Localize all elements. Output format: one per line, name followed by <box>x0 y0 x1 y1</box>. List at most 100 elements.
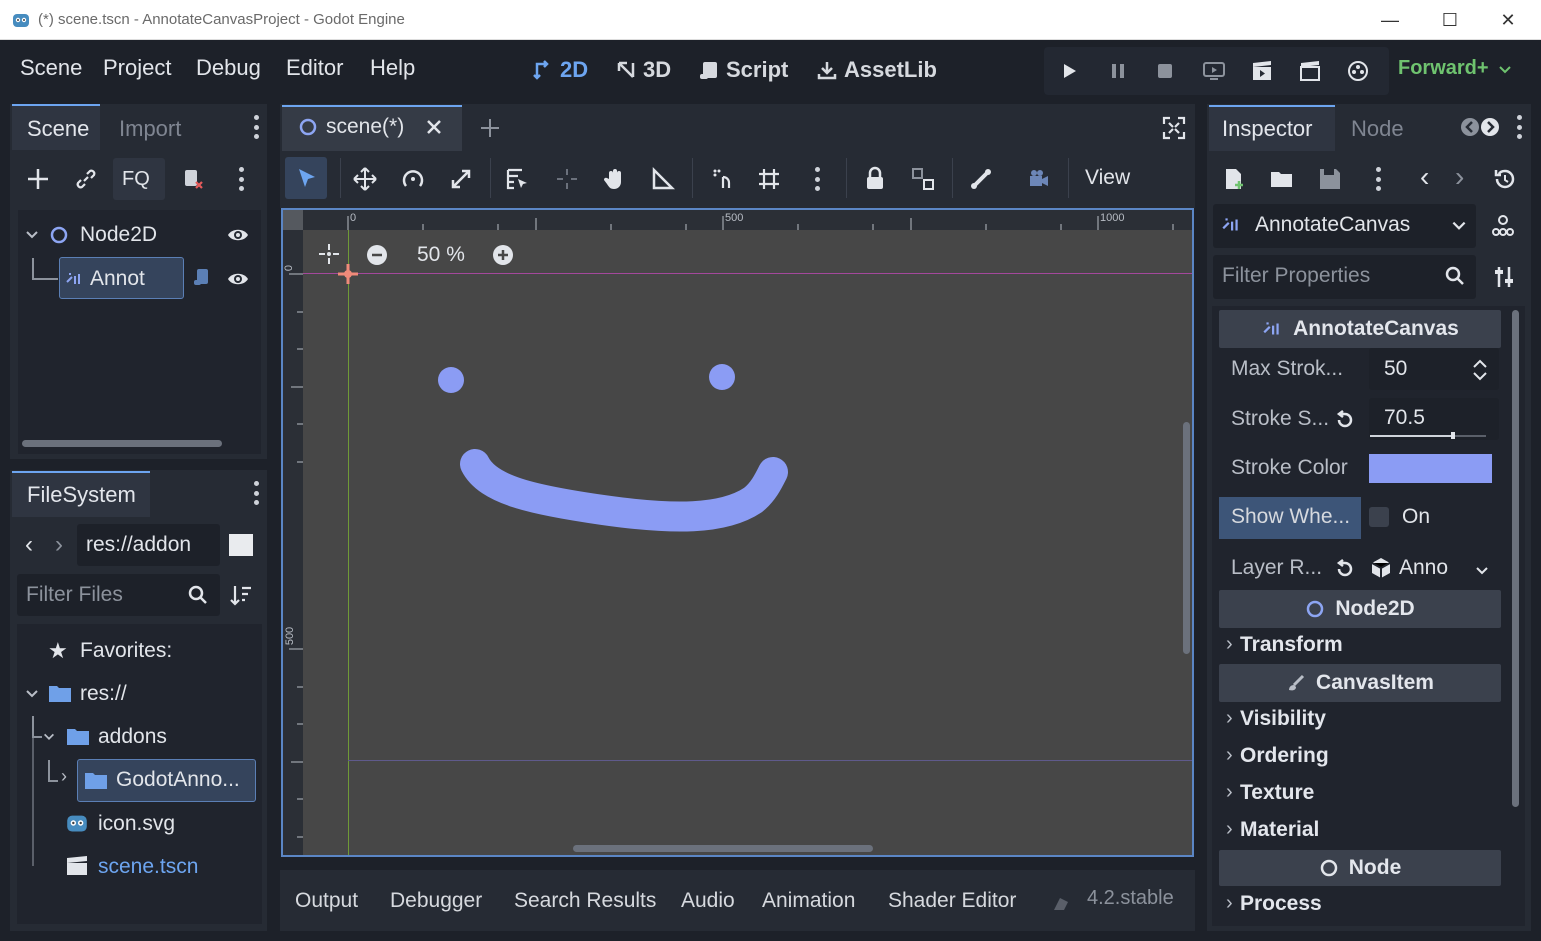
new-resource-icon[interactable] <box>1221 166 1247 192</box>
update-spinner-icon[interactable] <box>1050 892 1072 914</box>
pan-hand-icon[interactable] <box>602 166 628 192</box>
play-scene-icon[interactable] <box>1250 59 1274 83</box>
workspace-3d-button[interactable]: 3D <box>615 57 671 83</box>
stop-icon[interactable] <box>1153 59 1177 83</box>
section-node[interactable]: Node <box>1219 850 1501 886</box>
bone-icon[interactable] <box>968 166 994 192</box>
move-icon[interactable] <box>352 166 378 192</box>
category-visibility[interactable]: Visibility <box>1240 707 1326 731</box>
close-window-button[interactable]: ✕ <box>1496 8 1520 32</box>
category-texture[interactable]: Texture <box>1240 781 1314 805</box>
smart-snap-icon[interactable] <box>709 166 735 192</box>
menu-help[interactable]: Help <box>370 55 415 81</box>
history-icon[interactable] <box>1492 166 1518 192</box>
ruler-icon[interactable] <box>650 166 676 192</box>
distraction-free-icon[interactable] <box>1161 115 1187 141</box>
link-icon[interactable] <box>73 166 99 192</box>
forward-arrow-icon[interactable]: › <box>55 531 63 559</box>
visibility-eye-icon[interactable] <box>226 224 250 246</box>
override-camera-icon[interactable] <box>1026 166 1052 192</box>
slider-grabber[interactable] <box>1451 432 1456 439</box>
viewport-hscrollbar[interactable] <box>573 845 873 852</box>
workspace-script-button[interactable]: Script <box>698 57 788 83</box>
section-annotatecanvas[interactable]: AnnotateCanvas <box>1219 310 1501 348</box>
visibility-eye-icon[interactable] <box>226 268 250 290</box>
menu-debug[interactable]: Debug <box>196 55 261 81</box>
lock-icon[interactable] <box>862 166 888 192</box>
section-node2d[interactable]: Node2D <box>1219 590 1501 628</box>
inspector-dock-menu-icon[interactable] <box>1516 115 1522 139</box>
workspace-assetlib-button[interactable]: AssetLib <box>816 57 937 83</box>
play-icon[interactable] <box>1057 59 1081 83</box>
file-item-icon-svg[interactable]: icon.svg <box>98 812 175 836</box>
chevron-down-icon[interactable] <box>1474 563 1490 579</box>
tab-node[interactable]: Node <box>1351 116 1404 142</box>
rotate-icon[interactable] <box>400 166 426 192</box>
split-mode-icon[interactable] <box>229 534 253 556</box>
expand-arrow-icon[interactable]: › <box>61 766 67 787</box>
scene-tools-menu-icon[interactable] <box>238 167 244 191</box>
list-select-icon[interactable] <box>505 166 531 192</box>
save-icon[interactable] <box>1317 166 1343 192</box>
maximize-button[interactable]: ☐ <box>1438 8 1462 32</box>
tree-item-node2d[interactable]: Node2D <box>80 223 157 247</box>
workspace-2d-button[interactable]: 2D <box>532 57 588 83</box>
object-properties-icon[interactable] <box>1490 213 1516 239</box>
bottom-tab-audio[interactable]: Audio <box>681 889 735 913</box>
add-node-icon[interactable] <box>25 166 51 192</box>
back-arrow-icon[interactable]: ‹ <box>25 531 33 559</box>
file-item-res[interactable]: res:// <box>80 682 127 706</box>
history-forward-icon[interactable]: › <box>1455 161 1464 193</box>
inspector-vscrollbar[interactable] <box>1512 310 1519 807</box>
tab-import[interactable]: Import <box>119 116 181 142</box>
dock-move-arrows-icon[interactable] <box>1460 117 1500 137</box>
spin-arrows-icon[interactable] <box>1470 358 1490 382</box>
scale-icon[interactable] <box>448 166 474 192</box>
remote-debug-icon[interactable] <box>1202 59 1226 83</box>
version-label[interactable]: 4.2.stable <box>1087 887 1174 910</box>
file-item-scene-tscn[interactable]: scene.tscn <box>98 855 198 879</box>
view-menu[interactable]: View <box>1085 166 1130 190</box>
scene-tree-hscrollbar[interactable] <box>22 440 222 447</box>
open-folder-icon[interactable] <box>1269 166 1295 192</box>
pivot-icon[interactable] <box>554 166 580 192</box>
bottom-tab-output[interactable]: Output <box>295 889 358 913</box>
prop-stroke-color-swatch[interactable] <box>1369 454 1492 483</box>
category-material[interactable]: Material <box>1240 818 1319 842</box>
collapse-arrow-icon[interactable] <box>42 730 56 744</box>
inspector-tools-menu-icon[interactable] <box>1375 167 1381 191</box>
group-icon[interactable] <box>910 166 936 192</box>
minimize-button[interactable]: — <box>1378 8 1402 32</box>
add-tab-icon[interactable] <box>478 116 502 140</box>
viewport-vscrollbar[interactable] <box>1183 422 1190 654</box>
inspector-settings-icon[interactable] <box>1491 264 1517 290</box>
bottom-tab-shader-editor[interactable]: Shader Editor <box>888 889 1016 913</box>
grid-snap-icon[interactable] <box>756 166 782 192</box>
scene-dock-menu-icon[interactable] <box>253 115 259 139</box>
collapse-arrow-icon[interactable] <box>24 686 40 702</box>
prop-layer-value[interactable]: Anno <box>1399 556 1448 580</box>
pause-icon[interactable] <box>1106 59 1130 83</box>
file-item-addons[interactable]: addons <box>98 725 167 749</box>
menu-scene[interactable]: Scene <box>20 55 82 81</box>
category-transform[interactable]: Transform <box>1240 633 1343 657</box>
instantiate-scene-icon[interactable] <box>180 166 206 192</box>
filesystem-menu-icon[interactable] <box>253 481 259 505</box>
category-ordering[interactable]: Ordering <box>1240 744 1329 768</box>
revert-icon[interactable] <box>1334 409 1356 431</box>
revert-icon[interactable] <box>1334 558 1356 580</box>
bottom-tab-debugger[interactable]: Debugger <box>390 889 482 913</box>
bottom-tab-search-results[interactable]: Search Results <box>514 889 656 913</box>
play-custom-scene-icon[interactable] <box>1298 59 1322 83</box>
menu-project[interactable]: Project <box>103 55 171 81</box>
section-canvasitem[interactable]: CanvasItem <box>1219 664 1501 702</box>
movie-maker-icon[interactable] <box>1346 59 1370 83</box>
renderer-select[interactable]: Forward+ <box>1398 57 1513 80</box>
menu-editor[interactable]: Editor <box>286 55 343 81</box>
close-icon[interactable] <box>424 117 444 137</box>
category-process[interactable]: Process <box>1240 892 1322 916</box>
history-back-icon[interactable]: ‹ <box>1420 161 1429 193</box>
checkbox-icon[interactable] <box>1369 507 1389 527</box>
script-attached-icon[interactable] <box>191 266 213 288</box>
snap-options-icon[interactable] <box>814 167 820 191</box>
